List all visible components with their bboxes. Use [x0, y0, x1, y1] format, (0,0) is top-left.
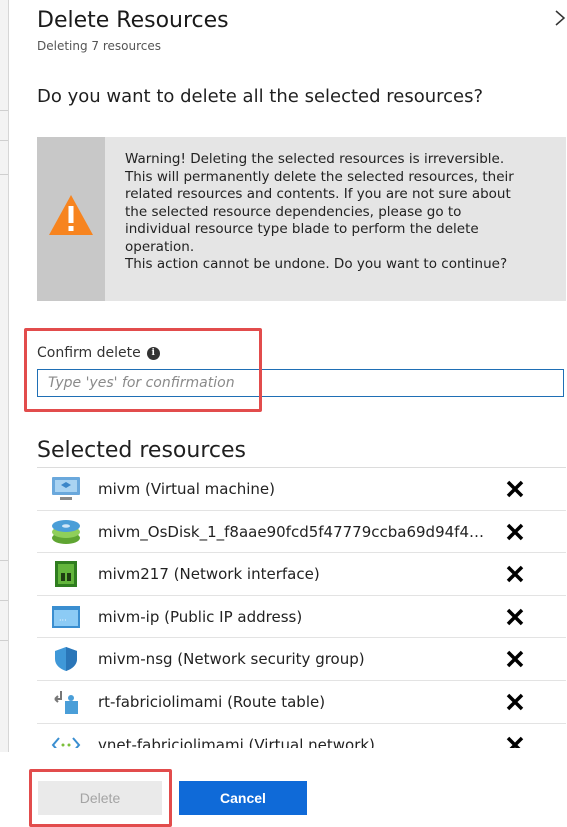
delete-button[interactable]: Delete	[38, 781, 162, 815]
divider	[0, 174, 8, 175]
resource-name: mivm217 (Network interface)	[98, 565, 320, 584]
resource-name: rt-fabriciolimami (Route table)	[98, 692, 326, 711]
warning-line: the selected resource dependencies, plea…	[125, 203, 462, 220]
cancel-button[interactable]: Cancel	[179, 781, 307, 815]
warning-line: operation.	[125, 238, 195, 255]
remove-resource-icon[interactable]	[505, 649, 525, 669]
list-item: rt-fabriciolimami (Route table)	[37, 681, 566, 724]
warning-icon-panel	[37, 137, 105, 301]
warning-message: Warning! Deleting the selected resources…	[125, 151, 557, 274]
list-item: mivm217 (Network interface)	[37, 553, 566, 596]
remove-resource-icon[interactable]	[505, 522, 525, 542]
list-item: mivm (Virtual machine)	[37, 468, 566, 511]
selected-resources-list: mivm (Virtual machine) mivm_OsDisk_1_f8a…	[37, 467, 566, 748]
resource-name: vnet-fabriciolimami (Virtual network)	[98, 735, 375, 748]
disk-icon	[52, 519, 80, 544]
panel-title: Delete Resources	[37, 8, 229, 33]
remove-resource-icon[interactable]	[505, 479, 525, 499]
confirm-delete-label: Confirm delete i	[37, 345, 160, 361]
virtual-machine-icon	[52, 477, 80, 500]
background-blade-edge	[0, 0, 9, 826]
warning-line: Warning! Deleting the selected resources…	[125, 151, 505, 167]
list-item: ··· mivm-ip (Public IP address)	[37, 596, 566, 639]
confirm-delete-input[interactable]	[37, 369, 564, 397]
remove-resource-icon[interactable]	[505, 735, 525, 748]
divider	[0, 140, 8, 141]
list-item: mivm-nsg (Network security group)	[37, 638, 566, 681]
network-security-group-icon	[55, 647, 77, 672]
remove-resource-icon[interactable]	[505, 692, 525, 712]
remove-resource-icon[interactable]	[505, 564, 525, 584]
selected-resources-heading: Selected resources	[37, 438, 246, 463]
close-chevron-icon[interactable]	[553, 8, 567, 28]
network-interface-icon	[55, 561, 77, 588]
divider	[0, 640, 8, 641]
public-ip-icon: ···	[52, 605, 80, 628]
list-item: mivm_OsDisk_1_f8aae90fcd5f47779ccba69d94…	[37, 511, 566, 554]
divider	[0, 560, 8, 561]
info-icon[interactable]: i	[146, 346, 160, 360]
resource-name: mivm_OsDisk_1_f8aae90fcd5f47779ccba69d94…	[98, 522, 484, 541]
delete-question: Do you want to delete all the selected r…	[37, 86, 484, 107]
confirm-delete-label-text: Confirm delete	[37, 345, 141, 361]
resource-name: mivm-ip (Public IP address)	[98, 607, 303, 626]
resource-name: mivm (Virtual machine)	[98, 480, 275, 498]
panel-subtitle: Deleting 7 resources	[37, 39, 162, 53]
warning-line: individual resource type blade to perfor…	[125, 221, 479, 237]
warning-line: This action cannot be undone. Do you wan…	[125, 256, 508, 272]
virtual-network-icon	[51, 736, 81, 748]
resource-name: mivm-nsg (Network security group)	[98, 650, 365, 669]
svg-text:···: ···	[59, 616, 67, 625]
warning-box: Warning! Deleting the selected resources…	[37, 137, 566, 301]
divider	[0, 110, 8, 111]
remove-resource-icon[interactable]	[505, 607, 525, 627]
route-table-icon	[54, 690, 78, 714]
warning-line: related resources and contents. If you a…	[125, 186, 511, 202]
list-item: vnet-fabriciolimami (Virtual network)	[37, 724, 566, 748]
warning-triangle-icon	[49, 195, 93, 235]
warning-line: This will permanently delete the selecte…	[125, 168, 514, 185]
divider	[0, 600, 8, 601]
